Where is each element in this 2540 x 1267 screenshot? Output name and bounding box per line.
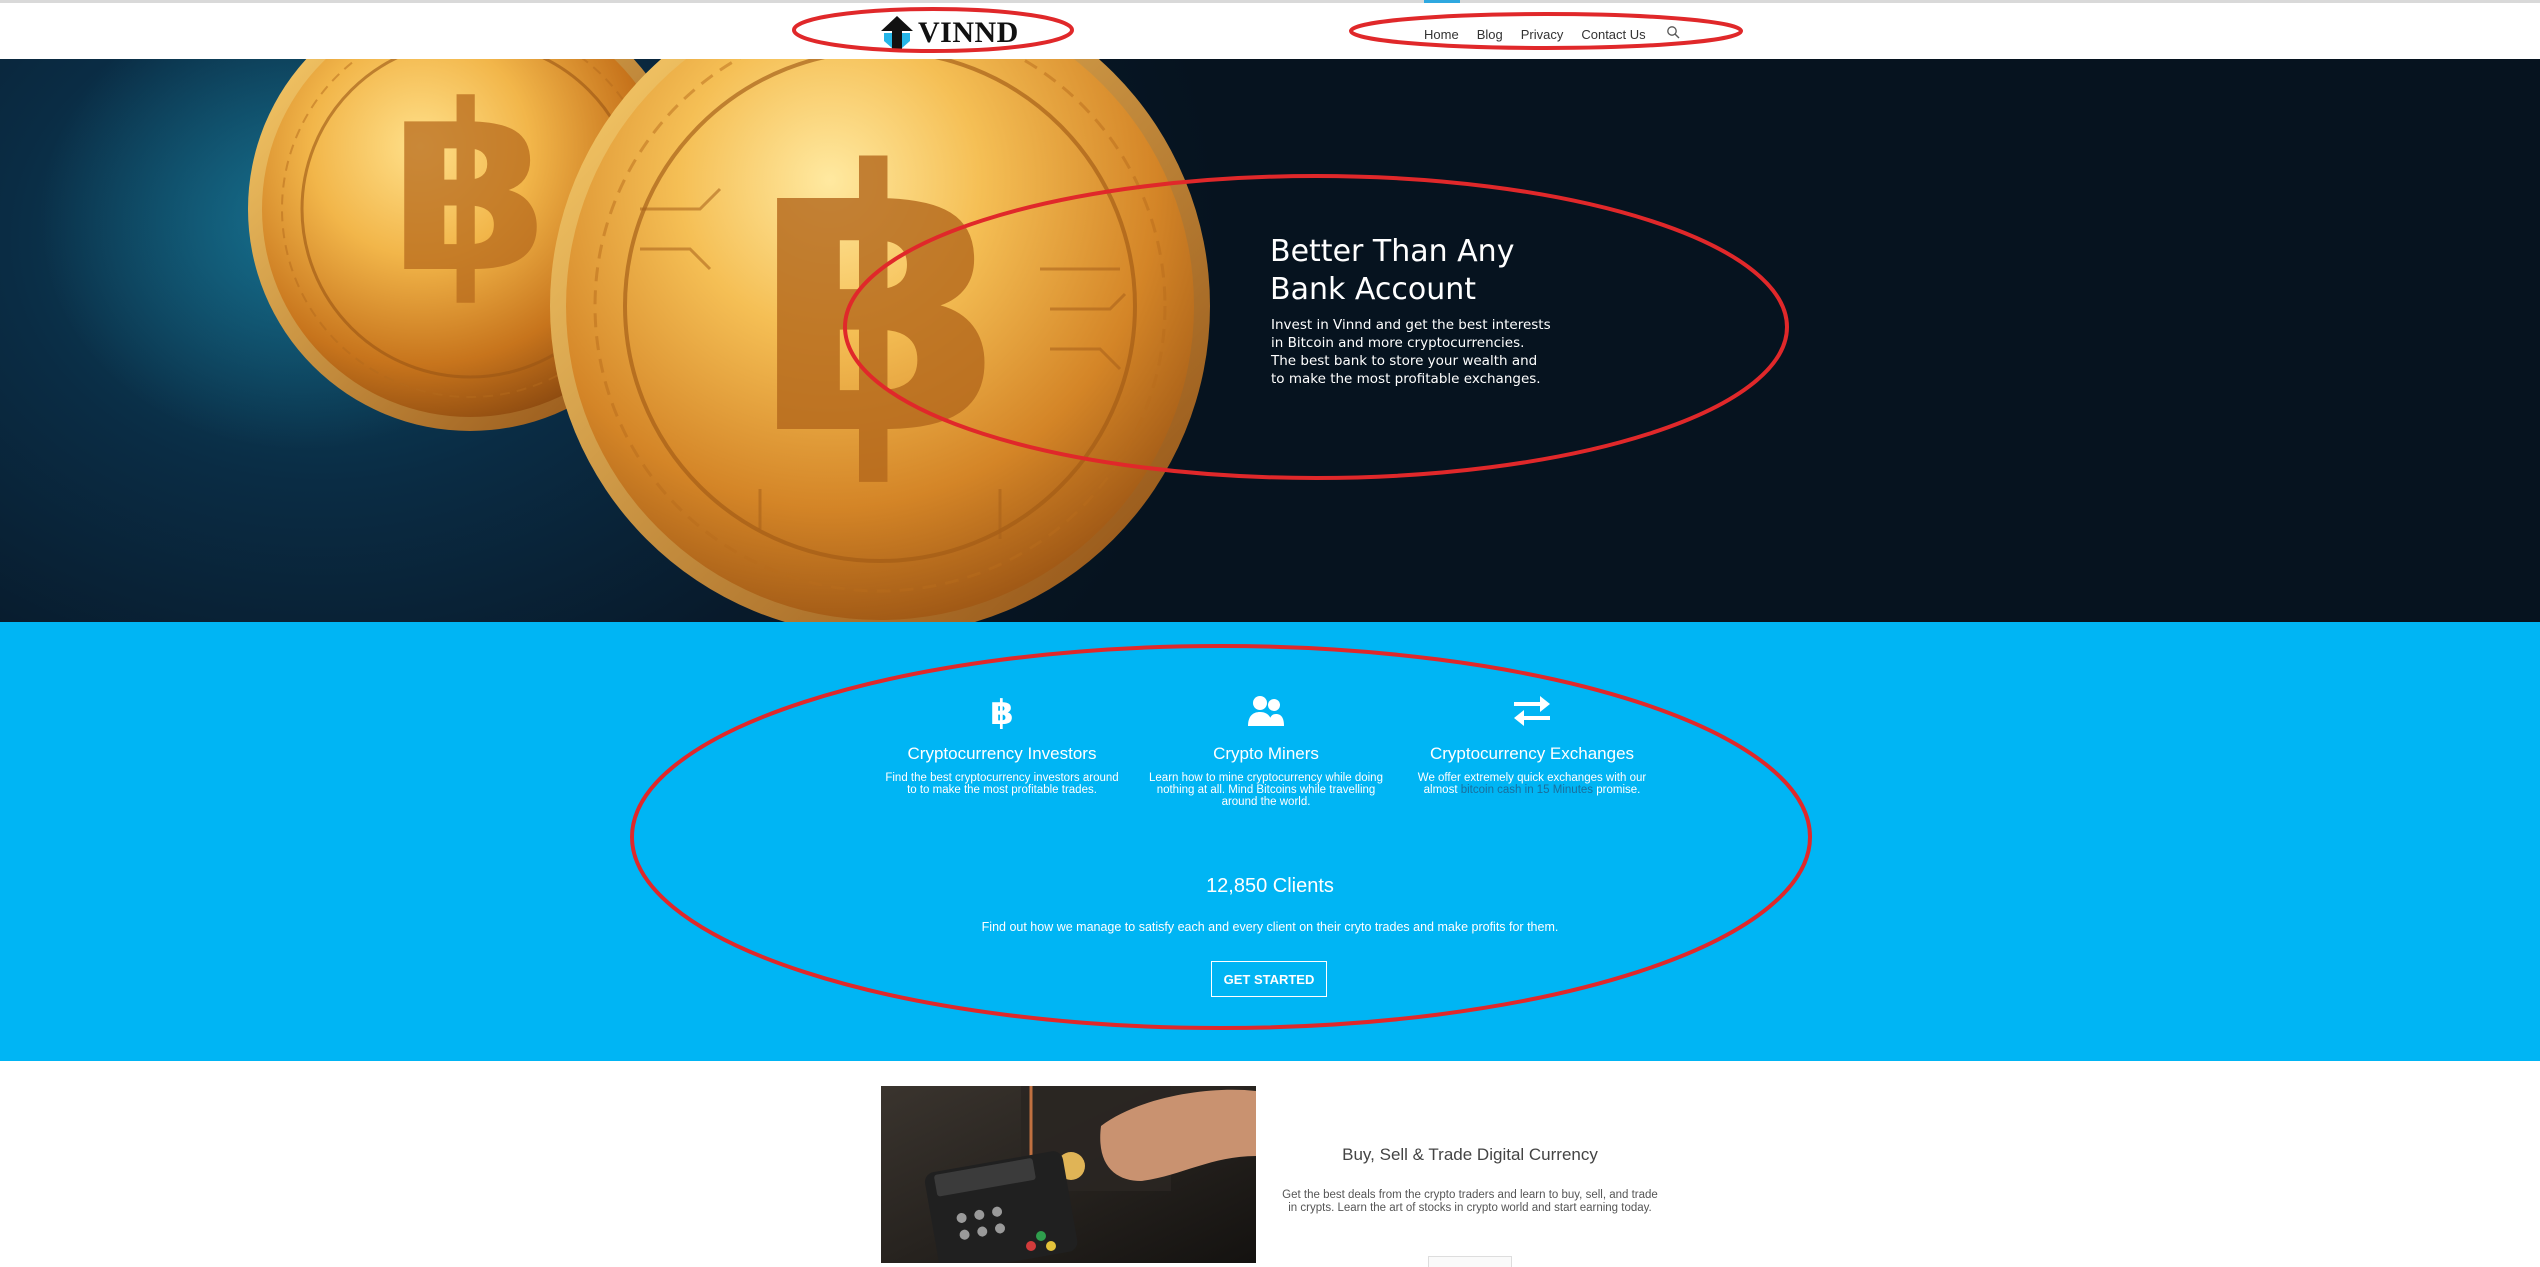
card-terminal-image [881,1086,1256,1263]
exchange-icon [1412,692,1652,730]
nav-privacy[interactable]: Privacy [1521,27,1564,42]
logo-arrow-icon [881,16,913,50]
trade-description: Get the best deals from the crypto trade… [1282,1189,1658,1214]
svg-text:฿: ฿ [390,59,550,324]
site-header: VINND Home Blog Privacy Contact Us [0,3,2540,59]
users-icon [1146,692,1386,730]
feature-exchanges: Cryptocurrency Exchanges We offer extrem… [1412,692,1652,796]
feature-text: Learn how to mine cryptocurrency while d… [1149,772,1383,808]
feature-investors: ฿ Cryptocurrency Investors Find the best… [882,692,1122,796]
trade-section: Buy, Sell & Trade Digital Currency Get t… [0,1061,2540,1267]
get-started-button[interactable]: GET STARTED [1211,961,1327,997]
bitcoin-coins-image: ฿ ฿ [40,59,1210,622]
feature-title: Cryptocurrency Investors [907,744,1097,763]
nav-home[interactable]: Home [1424,27,1459,42]
features-section: ฿ Cryptocurrency Investors Find the best… [0,622,2540,1061]
bitcoin-icon: ฿ [882,692,1122,730]
logo-text: VINND [918,16,1019,49]
clients-count: 12,850 Clients [1206,875,1334,897]
svg-text:฿: ฿ [990,693,1014,730]
trade-title: Buy, Sell & Trade Digital Currency [1342,1145,1598,1164]
main-nav: Home Blog Privacy Contact Us [1424,25,1680,44]
hero-title: Better Than Any Bank Account [1270,233,1690,309]
site-logo[interactable]: VINND [880,13,1019,53]
feature-miners: Crypto Miners Learn how to mine cryptocu… [1146,692,1386,808]
nav-blog[interactable]: Blog [1477,27,1503,42]
feature-text: We offer extremely quick exchanges with … [1412,772,1652,796]
feature-text-link[interactable]: bitcoin cash in 15 Minutes [1461,784,1593,796]
feature-title: Cryptocurrency Exchanges [1429,744,1635,763]
svg-text:฿: ฿ [755,95,1006,514]
hero-title-line2: Bank Account [1270,272,1477,307]
feature-text: Find the best cryptocurrency investors a… [885,772,1119,796]
trade-button[interactable] [1428,1256,1512,1267]
hero-description: Invest in Vinnd and get the best interes… [1271,317,1551,387]
hero-banner: ฿ ฿ Better Than Any Bank Account Invest … [0,59,2540,622]
feature-title: Crypto Miners [1213,744,1319,763]
search-icon[interactable] [1666,25,1680,44]
clients-description: Find out how we manage to satisfy each a… [981,920,1559,934]
feature-text-part: promise. [1596,784,1641,796]
nav-contact-us[interactable]: Contact Us [1581,27,1645,42]
hero-title-line1: Better Than Any [1270,234,1515,269]
